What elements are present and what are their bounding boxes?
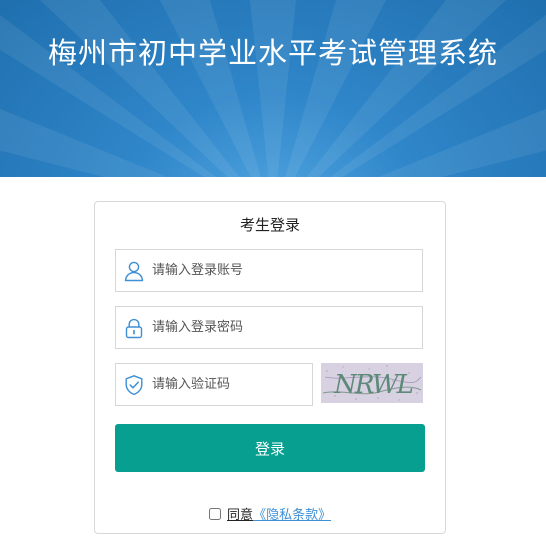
password-field (115, 306, 423, 349)
login-title: 考生登录 (239, 216, 300, 234)
captcha-input[interactable] (152, 365, 308, 404)
header-banner: 梅州市初中学业水平考试管理系统 (0, 0, 546, 177)
login-button[interactable]: 登录 (115, 424, 425, 472)
agree-checkbox[interactable] (208, 508, 221, 520)
privacy-agreement-row: 同意《隐私条款》 (95, 504, 445, 523)
login-card: 考生登录 请输入登录账号 请输入验证码 NRWL 登录 同意《隐私条款》 (94, 201, 446, 534)
captcha-field (115, 363, 313, 406)
captcha-text: NRWL (333, 370, 412, 400)
account-field (115, 249, 423, 292)
captcha-image[interactable]: NRWL (321, 363, 423, 403)
account-input[interactable] (152, 251, 418, 290)
login-page: 梅州市初中学业水平考试管理系统 考生登录 请输入登录账号 请输入验证码 NRWL… (0, 0, 546, 554)
privacy-policy-link[interactable]: 《隐私条款》 (253, 508, 331, 523)
shield-check-icon (125, 375, 143, 396)
captcha-noise-graphic: NRWL (321, 363, 423, 403)
banner-rays-decoration (0, 0, 546, 177)
user-icon (124, 261, 144, 282)
system-title: 梅州市初中学业水平考试管理系统 (47, 36, 498, 70)
password-input[interactable] (152, 308, 418, 347)
agree-label[interactable]: 同意 (227, 508, 253, 523)
lock-icon (125, 318, 143, 339)
